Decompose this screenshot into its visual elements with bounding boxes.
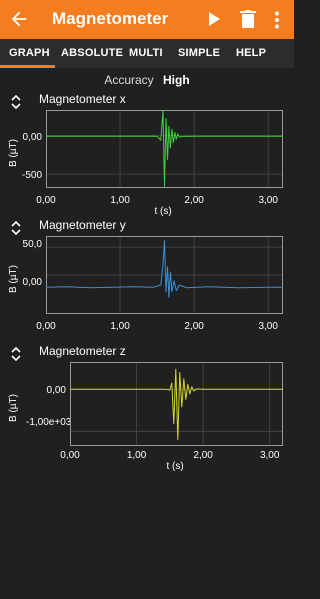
x-tick-label: 2,00 xyxy=(184,321,204,332)
expand-icon[interactable] xyxy=(10,95,22,109)
x-axis-label: t (s) xyxy=(154,206,172,217)
expand-icon[interactable] xyxy=(10,221,22,235)
y-tick-label: 0,00 xyxy=(22,277,42,288)
y-tick-label: -1,00e+03 xyxy=(26,417,72,428)
series-line xyxy=(70,368,283,441)
arrow-back-icon[interactable] xyxy=(8,8,30,30)
y-axis-label: B (µT) xyxy=(8,394,19,422)
x-tick-label: 3,00 xyxy=(258,321,278,332)
tab-multi[interactable]: MULTI xyxy=(129,47,163,59)
graph-title: Magnetometer x xyxy=(39,92,126,106)
accuracy-label: Accuracy xyxy=(104,73,154,87)
x-tick-label: 1,00 xyxy=(110,195,130,206)
app-bar: Magnetometer xyxy=(0,0,294,39)
magnetometer-plot[interactable] xyxy=(46,110,283,188)
x-tick-label: 2,00 xyxy=(193,450,213,461)
more-vert-icon[interactable] xyxy=(272,11,282,29)
magnetometer-plot[interactable] xyxy=(46,236,283,314)
tab-graph[interactable]: GRAPH xyxy=(9,47,50,59)
page-title: Magnetometer xyxy=(52,9,169,28)
graph-title: Magnetometer z xyxy=(39,344,126,358)
x-tick-label: 0,00 xyxy=(60,450,80,461)
series-line xyxy=(46,110,283,187)
tab-help[interactable]: HELP xyxy=(236,47,266,59)
tab-simple[interactable]: SIMPLE xyxy=(178,47,220,59)
series-line xyxy=(46,240,283,298)
tab-absolute[interactable]: ABSOLUTE xyxy=(61,47,123,59)
x-tick-label: 0,00 xyxy=(36,195,56,206)
y-tick-label: 50,0 xyxy=(22,239,42,250)
x-tick-label: 2,00 xyxy=(184,195,204,206)
y-tick-label: -500 xyxy=(21,170,42,181)
x-tick-label: 1,00 xyxy=(126,450,147,461)
tab-bar: GRAPH ABSOLUTE MULTI SIMPLE HELP xyxy=(0,39,294,68)
x-tick-label: 0,00 xyxy=(36,321,56,332)
y-axis-label: B (µT) xyxy=(8,139,19,167)
graph-title: Magnetometer y xyxy=(39,218,126,232)
x-tick-label: 1,00 xyxy=(110,321,130,332)
play-icon[interactable] xyxy=(206,11,222,27)
x-tick-label: 3,00 xyxy=(259,450,280,461)
active-tab-indicator xyxy=(0,65,55,68)
expand-icon[interactable] xyxy=(10,347,22,361)
magnetometer-plot[interactable] xyxy=(70,362,283,446)
accuracy-value: High xyxy=(163,73,190,87)
accuracy-row: Accuracy High xyxy=(0,73,294,87)
y-tick-label: 0,00 xyxy=(22,132,42,143)
trash-icon[interactable] xyxy=(240,10,256,28)
y-tick-label: 0,00 xyxy=(46,385,66,396)
x-axis-label: t (s) xyxy=(166,461,184,472)
x-tick-label: 3,00 xyxy=(258,195,278,206)
